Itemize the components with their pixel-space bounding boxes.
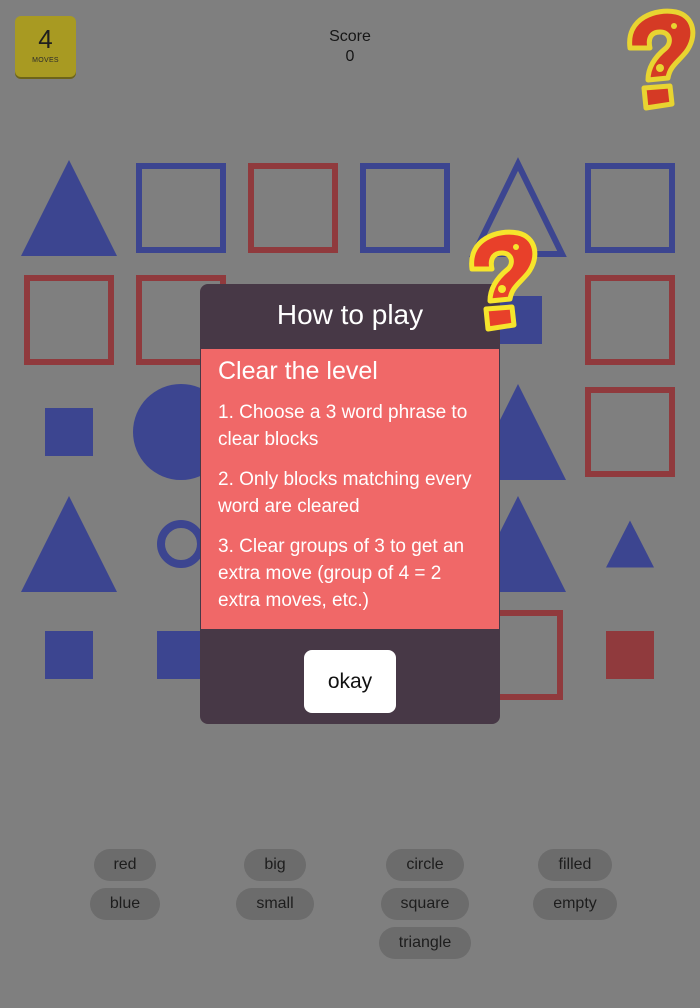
word-triangle[interactable]: triangle — [379, 927, 471, 959]
block-red-empty-big-square — [585, 275, 675, 365]
block-red-empty-big-square — [585, 387, 675, 477]
block-red-empty-big-square — [24, 275, 114, 365]
rule-2: 2. Only blocks matching every word are c… — [218, 469, 472, 517]
block-blue-empty-big-square — [360, 163, 450, 253]
question-mark-icon — [469, 229, 538, 332]
word-blue[interactable]: blue — [90, 888, 160, 920]
block-blue-empty-big-square — [585, 163, 675, 253]
block-blue-filled-big-triangle — [21, 496, 117, 592]
rule-1: 1. Choose a 3 word phrase to clear block… — [218, 402, 468, 450]
block-blue-empty-small-circle — [157, 520, 205, 568]
dialog-title: How to play — [276, 299, 424, 330]
dialog-heading: Clear the level — [218, 357, 378, 385]
word-empty[interactable]: empty — [533, 888, 617, 920]
block-blue-filled-big-triangle — [21, 160, 117, 256]
block-blue-empty-big-square — [136, 163, 226, 253]
how-to-play-dialog: How to play Clear the level 1. Choose a … — [200, 229, 538, 724]
word-filled[interactable]: filled — [538, 849, 612, 881]
word-square[interactable]: square — [381, 888, 469, 920]
word-small[interactable]: small — [236, 888, 314, 920]
block-red-filled-small-square — [606, 631, 654, 679]
block-blue-filled-small-square — [157, 631, 205, 679]
block-blue-filled-small-square — [45, 631, 93, 679]
block-blue-filled-small-square — [45, 408, 93, 456]
rule-3: 3. Clear groups of 3 to get an extra mov… — [218, 536, 465, 611]
word-big[interactable]: big — [244, 849, 306, 881]
block-blue-filled-small-triangle — [606, 520, 654, 568]
dialog-body: Clear the level 1. Choose a 3 word phras… — [201, 349, 499, 629]
word-red[interactable]: red — [94, 849, 156, 881]
okay-button[interactable]: okay — [304, 650, 396, 713]
word-circle[interactable]: circle — [386, 849, 464, 881]
block-red-empty-big-square — [248, 163, 338, 253]
